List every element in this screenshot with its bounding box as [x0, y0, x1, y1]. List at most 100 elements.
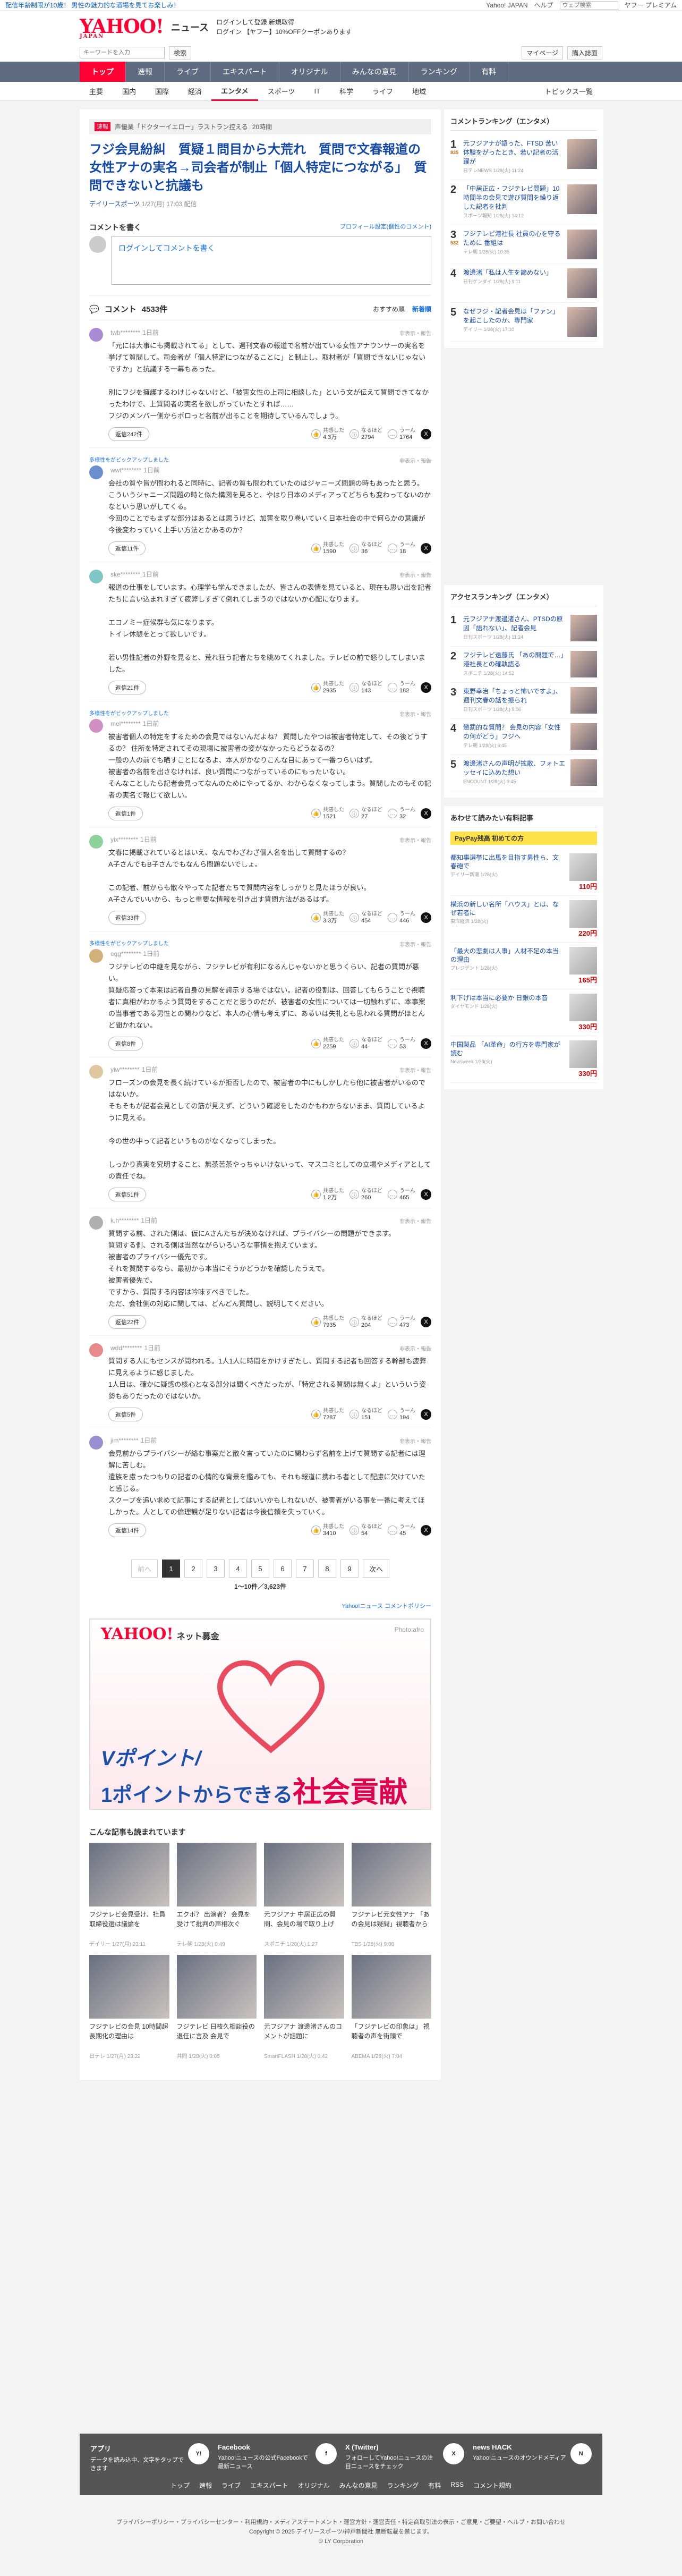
reaction-insight-button[interactable]: ⓘ なるほど 54 — [349, 1524, 382, 1537]
reaction-doubt-button[interactable]: … うーん 18 — [388, 542, 415, 555]
reaction-insight-button[interactable]: ⓘ なるほど 27 — [349, 807, 382, 820]
report-link[interactable]: 非表示・報告 — [399, 329, 431, 337]
replies-button[interactable]: 返信51件 — [108, 1188, 147, 1201]
category-domestic[interactable]: 国内 — [113, 82, 146, 101]
recommended-article[interactable]: エクボ？ 出演者？ 会見を受けて批判の声相次ぐ テレ朝 1/28(火) 0:49 — [176, 1843, 257, 1947]
footer-link[interactable]: RSS — [450, 2481, 464, 2490]
premium-link[interactable]: ヤフー プレミアム — [625, 1, 677, 10]
footer-link[interactable]: トップ — [170, 2481, 190, 2490]
reaction-doubt-button[interactable]: … うーん 32 — [388, 807, 415, 820]
comment-username[interactable]: yix******** — [110, 836, 138, 843]
replies-button[interactable]: 返信5件 — [108, 1408, 143, 1421]
reaction-empathy-button[interactable]: 👍 共感した 1.2万 — [311, 1188, 344, 1201]
reaction-empathy-button[interactable]: 👍 共感した 7287 — [311, 1408, 344, 1421]
ranking-item[interactable]: 4 渡邊渚「私は人生を諦めない」 日刊ゲンダイ 1/28(火) 9:11 — [450, 264, 597, 303]
category-local[interactable]: 地域 — [403, 82, 436, 101]
reaction-insight-button[interactable]: ⓘ なるほど 44 — [349, 1037, 382, 1050]
reaction-insight-button[interactable]: ⓘ なるほど 143 — [349, 681, 382, 694]
page-5[interactable]: 5 — [251, 1560, 269, 1578]
ranking-item[interactable]: 4 懲罰的な質問？ 会見の内容「女性の何がどう」フジへ テレ朝 1/28(火) 6:… — [450, 719, 597, 755]
footer-column[interactable]: news HACK Yahoo!ニュースのオウンドメディア N — [473, 2443, 592, 2472]
article-source[interactable]: デイリースポーツ — [89, 200, 140, 208]
comment-username[interactable]: wdd******** — [110, 1344, 142, 1352]
sort-recommended[interactable]: おすすめ順 — [373, 304, 405, 313]
ranking-item[interactable]: 1 835 元フジアナが語った、FTSD 苦い体験をがったとき、若い記者の活躍が 日テ… — [450, 135, 597, 180]
footer-link[interactable]: みんなの意見 — [339, 2481, 378, 2490]
avatar[interactable] — [89, 1216, 103, 1230]
reaction-doubt-button[interactable]: … うーん 182 — [388, 681, 415, 694]
reaction-insight-button[interactable]: ⓘ なるほど 204 — [349, 1316, 382, 1328]
footer-link[interactable]: ランキング — [387, 2481, 419, 2490]
footer-link[interactable]: オリジナル — [298, 2481, 330, 2490]
category-international[interactable]: 国際 — [146, 82, 178, 101]
avatar[interactable] — [89, 719, 103, 733]
ranking-item[interactable]: 2 フジテレビ遠藤氏 「あの問題で…」港社長との確執語る スポニチ 1/28(火) … — [450, 647, 597, 683]
reaction-empathy-button[interactable]: 👍 共感した 2259 — [311, 1037, 344, 1050]
page-1[interactable]: 1 — [162, 1560, 180, 1578]
comment-username[interactable]: k.h******** — [110, 1217, 139, 1224]
report-link[interactable]: 非表示・報告 — [399, 1437, 431, 1445]
page-7[interactable]: 7 — [296, 1560, 314, 1578]
replies-button[interactable]: 返信11件 — [108, 541, 146, 555]
nav-live[interactable]: ライブ — [165, 62, 211, 82]
category-entertainment[interactable]: エンタメ — [211, 82, 258, 101]
nav-expert[interactable]: エキスパート — [211, 62, 279, 82]
avatar[interactable] — [89, 328, 103, 342]
paid-article-item[interactable]: 「最大の悲劇は人事」人材不足の本当の理由 プレジデント 1/28(火) 165円 — [450, 943, 597, 989]
nav-ranking[interactable]: ランキング — [409, 62, 470, 82]
reaction-empathy-button[interactable]: 👍 共感した 7935 — [311, 1316, 344, 1328]
reaction-insight-button[interactable]: ⓘ なるほど 260 — [349, 1188, 382, 1201]
page-2[interactable]: 2 — [184, 1560, 202, 1578]
reaction-empathy-button[interactable]: 👍 共感した 1521 — [311, 807, 344, 820]
announcement-link[interactable]: 配信年齢制限が10歳！ 男性の魅力的な酒場を見てお楽しみ！ — [5, 1, 486, 10]
comment-login-box[interactable]: ログインしてコメントを書く — [112, 236, 431, 285]
x-share-icon[interactable]: X — [421, 912, 431, 923]
nav-breaking[interactable]: 速報 — [126, 62, 165, 82]
category-economy[interactable]: 経済 — [178, 82, 211, 101]
footer-column[interactable]: X (Twitter) フォローしてYahoo!ニュースの注目ニュースをチェック X — [345, 2443, 464, 2472]
recommended-article[interactable]: フジテレビ元女性アナ 「あの会見は疑問」視聴者から TBS 1/28(火) 9:0… — [351, 1843, 431, 1947]
report-link[interactable]: 非表示・報告 — [399, 571, 431, 579]
x-share-icon[interactable]: X — [421, 682, 431, 693]
comment-username[interactable]: wwt******** — [110, 467, 141, 474]
reaction-doubt-button[interactable]: … うーん 194 — [388, 1408, 415, 1421]
login-line[interactable]: ログインして登録 新規取得 — [216, 18, 352, 27]
category-sports[interactable]: スポーツ — [258, 82, 305, 101]
reaction-insight-button[interactable]: ⓘ なるほど 2794 — [349, 428, 382, 440]
avatar[interactable] — [89, 1436, 103, 1450]
nav-top[interactable]: トップ — [80, 62, 126, 82]
ranking-item[interactable]: 5 渡邊渚さんの声明が拡散、フォトエッセイに込めた想い ENCOUNT 1/28(火… — [450, 755, 597, 791]
replies-button[interactable]: 返信14件 — [108, 1523, 147, 1537]
donation-banner[interactable]: YAHOO! ネット募金 Photo:afro Vポイント/ 1ポイントからできる… — [89, 1619, 431, 1810]
paid-article-item[interactable]: 利下げは本当に必要か 日銀の本音 ダイヤモンド 1/28(火) 330円 — [450, 989, 597, 1036]
reaction-empathy-button[interactable]: 👍 共感した 3.3万 — [311, 911, 344, 924]
x-share-icon[interactable]: X — [421, 1189, 431, 1200]
coupon-line[interactable]: ログイン 【ヤフー】10%OFFクーポンあります — [216, 27, 352, 37]
replies-button[interactable]: 返信22件 — [108, 1315, 147, 1329]
reaction-doubt-button[interactable]: … うーん 465 — [388, 1188, 415, 1201]
reaction-doubt-button[interactable]: … うーん 473 — [388, 1316, 415, 1328]
report-link[interactable]: 非表示・報告 — [399, 1217, 431, 1225]
article-title[interactable]: フジ会見紛糾 質疑１問目から大荒れ 質問で文春報道の女性アナの実名→司会者が制止… — [89, 141, 431, 195]
recommended-article[interactable]: 「フジテレビの印象は」 視聴者の声を街頭で ABEMA 1/28(火) 7:04 — [351, 1955, 431, 2060]
page-9[interactable]: 9 — [340, 1560, 359, 1578]
comment-policy-link[interactable]: Yahoo!ニュース コメントポリシー — [89, 1601, 431, 1610]
x-share-icon[interactable]: X — [421, 1038, 431, 1049]
yahoo-japan-link[interactable]: Yahoo! JAPAN — [486, 2, 527, 9]
reaction-doubt-button[interactable]: … うーん 446 — [388, 911, 415, 924]
paypay-label[interactable]: PayPay残高 初めての方 — [450, 832, 597, 845]
x-share-icon[interactable]: X — [421, 543, 431, 554]
avatar[interactable] — [89, 949, 103, 963]
footer-link[interactable]: コメント規約 — [473, 2481, 512, 2490]
nav-original[interactable]: オリジナル — [279, 62, 340, 82]
page-8[interactable]: 8 — [318, 1560, 336, 1578]
replies-button[interactable]: 返信21件 — [108, 681, 147, 694]
ranking-item[interactable]: 2 「中居正広・フジテレビ問題」10時間半の会見で遊び質問を繰り返した記者を批判ス… — [450, 180, 597, 225]
paid-article-item[interactable]: 中国製品 「AI革命」の行方を専門家が読む Newsweek 1/28(火) 330… — [450, 1036, 597, 1083]
paid-article-item[interactable]: 横浜の新しい名所「ハウス」とは、なぜ若者に 東洋経済 1/28(火) 220円 — [450, 896, 597, 943]
category-life[interactable]: ライフ — [363, 82, 403, 101]
category-main[interactable]: 主要 — [80, 82, 113, 101]
avatar[interactable] — [89, 835, 103, 849]
recommended-article[interactable]: フジテレビの会見 10時間超 長期化の理由は 日テレ 1/27(月) 23:22 — [89, 1955, 169, 2060]
sort-newest[interactable]: 新着順 — [412, 304, 431, 313]
